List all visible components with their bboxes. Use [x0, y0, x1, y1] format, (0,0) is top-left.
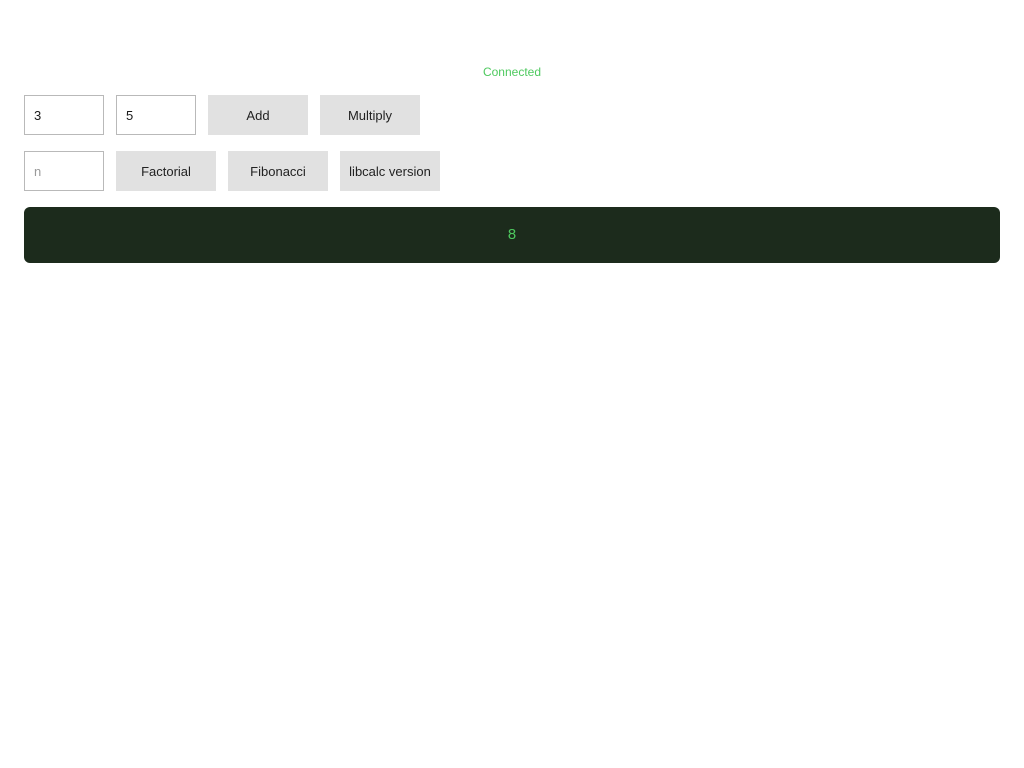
factorial-button[interactable]: Factorial — [116, 151, 216, 191]
operand-a-input[interactable] — [24, 95, 104, 135]
operand-b-input[interactable] — [116, 95, 196, 135]
connection-status: Connected — [482, 65, 542, 79]
binary-operations-row: Add Multiply — [24, 95, 420, 135]
unary-operations-row: Factorial Fibonacci libcalc version — [24, 151, 440, 191]
fibonacci-button[interactable]: Fibonacci — [228, 151, 328, 191]
multiply-button[interactable]: Multiply — [320, 95, 420, 135]
add-button[interactable]: Add — [208, 95, 308, 135]
n-input[interactable] — [24, 151, 104, 191]
libcalc-version-button[interactable]: libcalc version — [340, 151, 440, 191]
result-output: 8 — [24, 207, 1000, 263]
